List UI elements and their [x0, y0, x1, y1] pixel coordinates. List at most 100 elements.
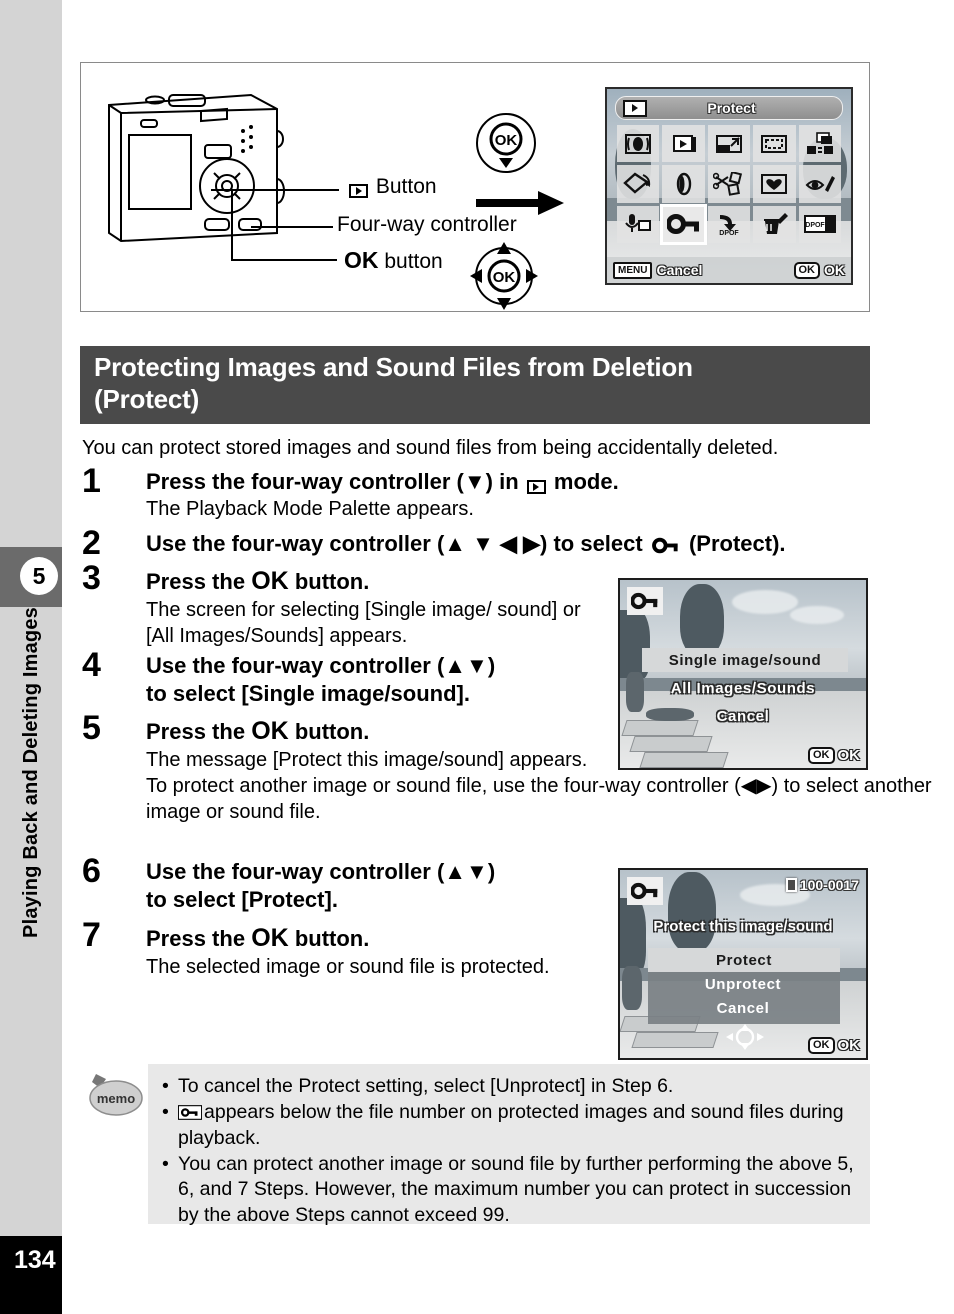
option-cancel[interactable]: Cancel [620, 708, 866, 725]
intro-paragraph: You can protect stored images and sound … [82, 437, 779, 459]
step-1-head-after: mode. [553, 469, 619, 494]
palette-item-red-eye-compensation[interactable] [798, 165, 841, 203]
step-6-head-line2: to select [Protect]. [146, 887, 338, 913]
memo-item-text: To cancel the Protect setting, select [U… [178, 1075, 674, 1097]
palette-item-dpof[interactable]: DPOF [707, 205, 751, 243]
chapter-title: Playing Back and Deleting Images [0, 607, 62, 1167]
page-number: 134 [14, 1246, 56, 1274]
protect-badge [627, 587, 663, 615]
playback-icon [623, 99, 647, 117]
lcd-ok-bar: OK OK [808, 1037, 860, 1054]
palette-bottom-bar: MENU Cancel OK OK [607, 257, 851, 283]
chapter-sidebar: 5 Playing Back and Deleting Images [0, 0, 62, 1314]
photo-lounge-chair [631, 1032, 719, 1048]
lcd-screenshot-protect-dialog: 100-0017 Protect this image/sound Protec… [618, 868, 868, 1060]
step-1-head-before: Press the four-way controller ( [146, 469, 464, 494]
memo-list: • To cancel the Protect setting, select … [162, 1074, 860, 1229]
protect-key-icon [178, 1105, 202, 1121]
camera-illustration [108, 93, 285, 243]
step-6: 6 Use the four-way controller (▲▼) to se… [82, 852, 612, 914]
step-5-note-2: To protect another image or sound file, … [146, 775, 932, 823]
option-unprotect[interactable]: Unprotect [620, 976, 866, 993]
memo-item: • To cancel the Protect setting, select … [162, 1074, 860, 1099]
lcd-ok-label[interactable]: OK [838, 747, 861, 764]
step-1-head-mid: ) in [485, 469, 519, 494]
step-7-ok: OK [251, 924, 289, 952]
protect-message: Protect this image/sound [653, 918, 833, 935]
memo-box: • To cancel the Protect setting, select … [148, 1064, 870, 1226]
step-5-note-1: The message [Protect this image/sound] a… [146, 749, 588, 771]
file-number: 100-0017 [799, 877, 859, 893]
figure-panel: Button Four-way controller OK button OK … [80, 62, 870, 312]
bullet: • [162, 1101, 169, 1124]
option-all-images-sounds[interactable]: All Images/Sounds [620, 680, 866, 697]
palette-item-resize[interactable] [707, 125, 751, 163]
step-7-head-after: button. [294, 926, 370, 951]
palette-item-delete[interactable] [753, 205, 796, 243]
step-2-number: 2 [82, 524, 101, 562]
callout-ok-prefix: OK [344, 247, 379, 273]
page-title-line2: (Protect) [94, 383, 200, 414]
photo-trees [668, 872, 716, 952]
ok-down-arrow-icon: OK [476, 113, 536, 173]
svg-text:DPOF: DPOF [719, 230, 739, 236]
step-5-number: 5 [82, 709, 101, 747]
option-protect[interactable]: Protect [648, 948, 840, 972]
step-7-heading: Press the OK button. [146, 922, 612, 954]
step-5-head-after: button. [294, 719, 370, 744]
photo-lounge-chair [629, 736, 713, 752]
protect-key-icon [631, 592, 658, 610]
step-5-ok: OK [251, 717, 289, 745]
palette-ok-label[interactable]: OK [824, 262, 845, 278]
memo-item-text: You can protect another image or sound f… [178, 1153, 854, 1226]
memo-item: • You can protect another image or sound… [162, 1152, 860, 1228]
palette-item-playback[interactable] [662, 125, 705, 163]
option-single-image-sound[interactable]: Single image/sound [642, 648, 848, 672]
right-arrow-icon [476, 191, 564, 215]
palette-cancel-label[interactable]: Cancel [656, 262, 702, 278]
lcd-ok-label[interactable]: OK [838, 1037, 861, 1054]
step-2-head-before: Use the four-way controller ( [146, 531, 445, 556]
photo-cloud [790, 606, 844, 624]
palette-item-voice-memo[interactable] [617, 205, 660, 243]
page-number-block: 134 [0, 1236, 62, 1314]
palette-item-slideshow[interactable] [617, 125, 660, 163]
palette-item-image-copy[interactable] [798, 125, 841, 163]
step-3: 3 Press the OK button. The screen for se… [82, 559, 612, 649]
step-3-number: 3 [82, 559, 101, 597]
step-3-heading: Press the OK button. [146, 565, 612, 597]
callout-ok-button: OK button [344, 247, 443, 274]
palette-item-digital-filter[interactable] [662, 165, 705, 203]
lcd-ok-bar: OK OK [808, 747, 860, 764]
ok-chip: OK [793, 261, 820, 279]
palette-title-bar: Protect [615, 96, 843, 120]
chapter-number: 5 [20, 557, 58, 595]
photo-trees [680, 584, 724, 656]
protect-badge [627, 877, 663, 905]
protect-key-icon [651, 537, 678, 554]
palette-item-movie-edit[interactable] [707, 165, 751, 203]
palette-item-frame-composite[interactable] [753, 165, 796, 203]
svg-text:OK: OK [495, 132, 518, 149]
step-3-head-before: Press the [146, 569, 246, 594]
step-6-head-line1: Use the four-way controller (▲▼) [146, 859, 496, 884]
bullet: • [162, 1075, 169, 1097]
callout-playback-label: Button [375, 175, 437, 198]
palette-item-cropping[interactable] [753, 125, 796, 163]
page-title: Protecting Images and Sound Files from D… [94, 352, 856, 415]
bullet: • [162, 1153, 169, 1176]
step-7-head-before: Press the [146, 926, 246, 951]
ok-chip: OK [808, 1037, 835, 1054]
lcd-screenshot-single-image-sound: Single image/sound All Images/Sounds Can… [618, 578, 868, 770]
step-4-number: 4 [82, 646, 101, 684]
option-cancel[interactable]: Cancel [620, 1000, 866, 1017]
step-7-note: The selected image or sound file is prot… [146, 956, 550, 978]
step-5-head-before: Press the [146, 719, 246, 744]
callout-fourway-label: Four-way controller [337, 213, 517, 236]
callout-ok-suffix: button [384, 250, 443, 273]
palette-item-protect[interactable] [660, 203, 707, 246]
memo-item-text-2: appears below the file number on protect… [178, 1101, 844, 1149]
playback-icon [526, 480, 546, 494]
palette-item-image-rotation[interactable] [617, 165, 660, 203]
palette-item-start-up-screen[interactable]: DPOF [798, 205, 841, 243]
